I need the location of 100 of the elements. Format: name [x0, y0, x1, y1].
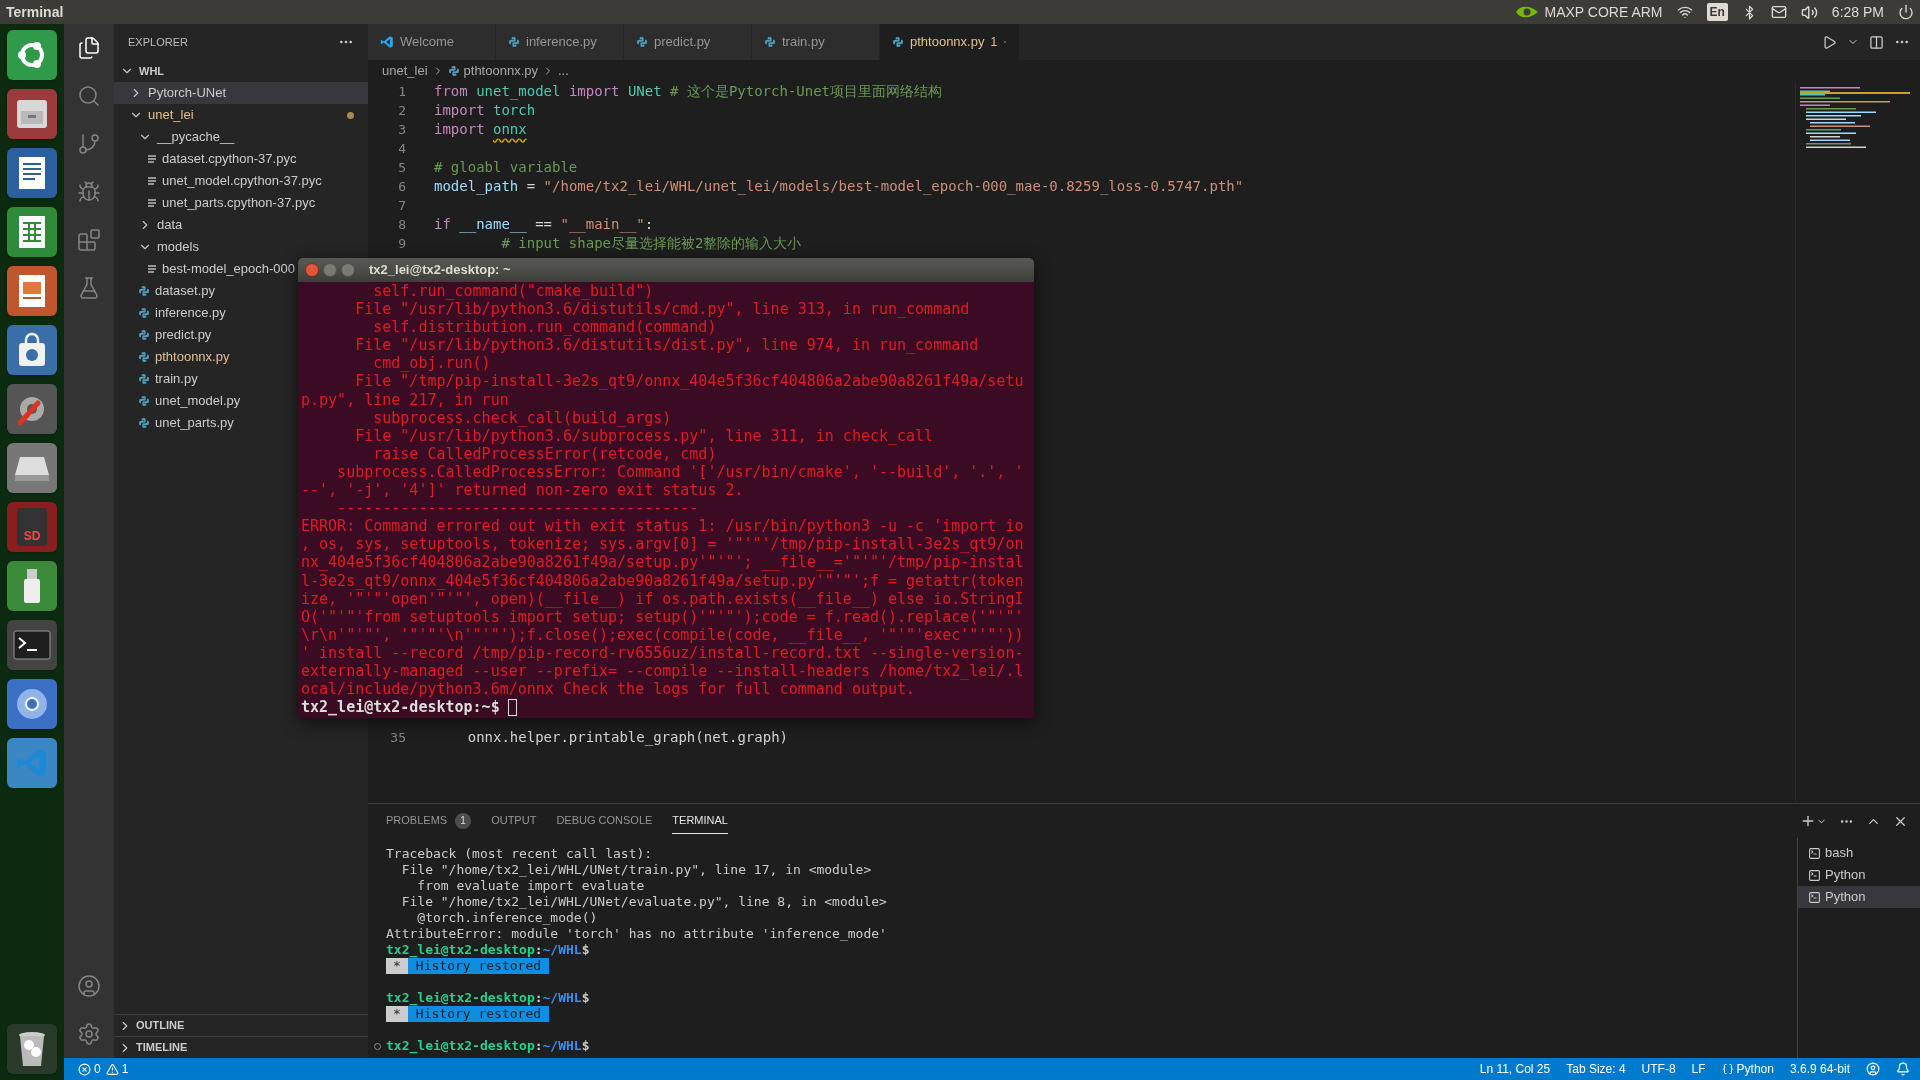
editor-tab[interactable]: train.py — [752, 24, 880, 60]
line-number: 8 — [397, 215, 407, 234]
keyboard-layout[interactable]: En — [1706, 3, 1728, 21]
editor-tab[interactable]: inference.py — [496, 24, 624, 60]
file-item[interactable]: inference.py — [114, 302, 226, 324]
usb-stick-icon[interactable] — [7, 561, 57, 611]
circle-logo-icon[interactable] — [7, 30, 57, 80]
file-item[interactable]: best-model_epoch-000 — [114, 258, 295, 280]
editor-tab[interactable]: predict.py — [624, 24, 752, 60]
status-item[interactable]: LF — [1691, 1060, 1706, 1078]
sd-card-icon[interactable]: SD — [7, 502, 57, 552]
account-icon[interactable] — [77, 974, 101, 998]
python-file-icon — [892, 36, 904, 48]
search-icon[interactable] — [77, 84, 101, 108]
document-icon[interactable] — [7, 148, 57, 198]
terminal-line: self.run_command("cmake_build") — [372, 282, 654, 301]
terminal-line: File "/usr/lib/python3.6/distutils/cmd.py", line 313, in run_command — [354, 300, 970, 319]
warning-count[interactable]: 1 — [121, 1060, 129, 1078]
line-number: 1 — [397, 82, 407, 101]
mail-icon[interactable] — [1770, 4, 1787, 20]
panel-tab[interactable]: OUTPUT — [491, 808, 537, 834]
spreadsheet-icon[interactable] — [7, 207, 57, 257]
split-editor-icon[interactable] — [1869, 34, 1884, 50]
terminal-line: File "/usr/lib/python3.6/distutils/dist.py", line 974, in run_command — [354, 336, 979, 355]
python-file-icon — [138, 395, 150, 407]
trash-icon[interactable] — [7, 1024, 57, 1074]
status-item[interactable]: UTF-8 — [1641, 1060, 1676, 1078]
extensions-icon[interactable] — [77, 228, 101, 252]
terminal-line: raise CalledProcessError(retcode, cmd) — [372, 444, 717, 463]
folder-item[interactable]: unet_lei — [114, 104, 368, 126]
run-icon[interactable] — [1822, 34, 1837, 50]
run-debug-icon[interactable] — [77, 180, 101, 204]
window-title: tx2_lei@tx2-desktop: ~ — [369, 261, 511, 280]
app-title: Terminal — [6, 2, 64, 22]
terminal-icon[interactable] — [7, 620, 57, 670]
settings-icon[interactable] — [77, 1022, 101, 1046]
panel-tab[interactable]: DEBUG CONSOLE — [556, 808, 653, 834]
add-icon[interactable] — [1800, 813, 1816, 829]
wrench-icon[interactable] — [7, 384, 57, 434]
error-count[interactable]: 0 — [94, 1060, 101, 1078]
terminal-line: ' install --record /tmp/pip-record-rv6556uz/install-record.txt --single-version- — [301, 643, 1024, 662]
folder-item[interactable]: WHL — [114, 60, 165, 82]
section-header[interactable]: OUTLINE — [114, 1014, 368, 1036]
volume-icon[interactable] — [1800, 3, 1818, 21]
shopping-bag-icon[interactable] — [7, 325, 57, 375]
status-item[interactable]: Tab Size: 4 — [1566, 1060, 1626, 1078]
line-number: 5 — [397, 158, 407, 177]
terminal-list-item[interactable]: Python — [1798, 886, 1920, 908]
file-item[interactable]: unet_parts.cpython-37.pyc — [114, 192, 316, 214]
editor-tab[interactable]: pthtoonnx.py 1 — [880, 24, 1020, 60]
python-file-icon — [138, 285, 150, 297]
file-cabinet-icon[interactable] — [7, 89, 57, 139]
browser-icon[interactable] — [7, 679, 57, 729]
python-file-icon — [636, 36, 648, 48]
panel-tab[interactable]: PROBLEMS 1 — [386, 808, 472, 834]
history-restored-label: History restored — [407, 1006, 550, 1022]
sd-card-label: SD — [23, 530, 41, 542]
flask-icon[interactable] — [77, 276, 101, 300]
folder-item[interactable]: __pycache__ — [114, 126, 235, 148]
code-line: import onnx — [433, 120, 527, 139]
status-item[interactable]: Ln 11, Col 25 — [1479, 1060, 1551, 1078]
terminal-line: File "/usr/lib/python3.6/subprocess.py", line 311, in check_call — [354, 426, 934, 445]
folder-item[interactable]: Pytorch-UNet — [114, 82, 368, 104]
file-item[interactable]: train.py — [114, 368, 198, 390]
files-icon[interactable] — [77, 36, 101, 60]
folder-item[interactable]: data — [114, 214, 183, 236]
terminal-list-item[interactable]: Python — [1798, 864, 1920, 886]
terminal-line: --', '-j', '4']' returned non-zero exit status 2. — [301, 481, 744, 500]
wifi-icon[interactable] — [1676, 4, 1693, 20]
file-item[interactable]: unet_model.py — [114, 390, 241, 412]
status-item[interactable]: 3.6.9 64-bit — [1789, 1060, 1850, 1078]
terminal-line: nx_404e5f36cf404806a2abe90a8261f49a/setup.py'"'"'; __file__='"'"'/tmp/pip-instal — [301, 553, 1024, 572]
file-item[interactable]: dataset.cpython-37.pyc — [114, 148, 297, 170]
line-number: 3 — [397, 120, 407, 139]
file-item[interactable]: unet_model.cpython-37.pyc — [114, 170, 322, 192]
drive-icon[interactable] — [7, 443, 57, 493]
error-icon[interactable] — [78, 1062, 91, 1076]
terminal-line: cmd_obj.run() — [372, 354, 491, 373]
folder-item[interactable]: models — [114, 236, 199, 258]
file-item[interactable]: dataset.py — [114, 280, 215, 302]
file-item[interactable]: predict.py — [114, 324, 212, 346]
breadcrumb-item[interactable]: pthtoonnx.py — [463, 61, 538, 81]
branch-icon[interactable] — [77, 132, 101, 156]
panel-tab[interactable]: TERMINAL — [672, 808, 728, 834]
warning-icon[interactable] — [105, 1062, 119, 1076]
eye-logo-icon[interactable] — [1514, 4, 1539, 20]
clock[interactable]: 6:28 PM — [1831, 1, 1884, 23]
terminal-icon — [1808, 890, 1821, 904]
python-file-icon — [138, 373, 150, 385]
status-item[interactable]: Python — [1721, 1060, 1774, 1078]
breadcrumb-item[interactable]: ... — [558, 61, 569, 81]
file-item[interactable]: unet_parts.py — [114, 412, 234, 434]
terminal-list-item[interactable]: bash — [1798, 842, 1920, 864]
presentation-icon[interactable] — [7, 266, 57, 316]
indicator-label[interactable]: MAXP CORE ARM — [1544, 1, 1663, 23]
power-icon[interactable] — [1898, 4, 1914, 20]
breadcrumb-item[interactable]: unet_lei — [382, 61, 428, 81]
editor-tab[interactable]: Welcome — [368, 24, 496, 60]
bell-icon[interactable] — [1896, 1062, 1910, 1076]
file-item[interactable]: pthtoonnx.py — [114, 346, 230, 368]
